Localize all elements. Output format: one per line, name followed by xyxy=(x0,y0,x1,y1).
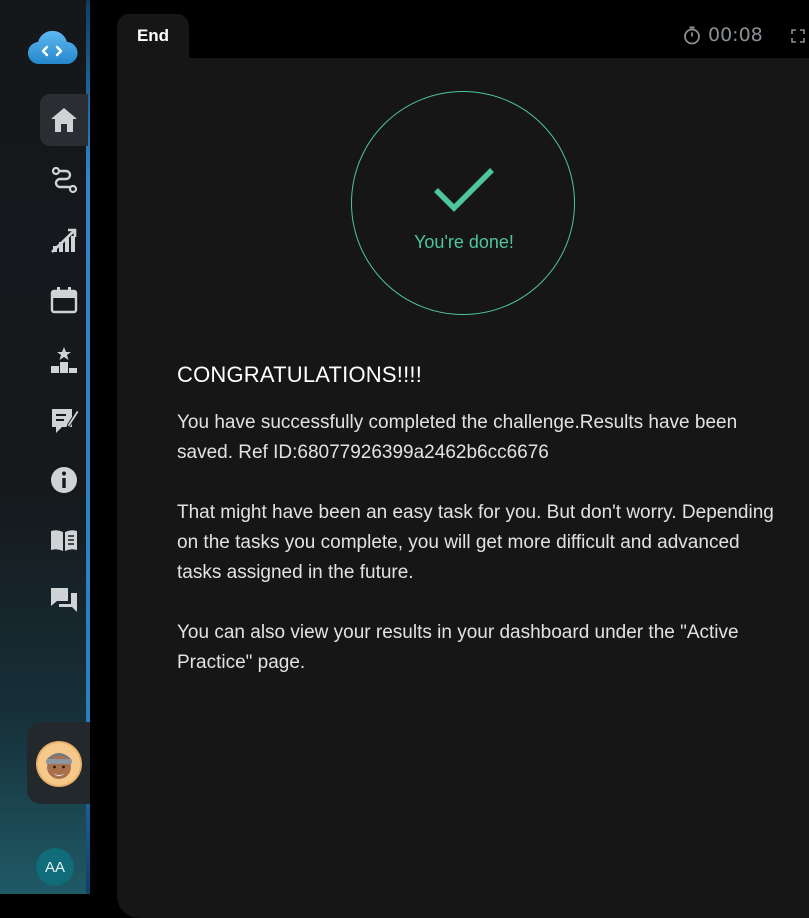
info-icon xyxy=(51,467,77,493)
encouragement-text: That might have been an easy task for yo… xyxy=(177,502,774,583)
leaderboard-icon xyxy=(51,347,77,373)
avatar[interactable] xyxy=(38,743,80,785)
timer: 00:08 xyxy=(682,24,763,46)
cloud-code-logo-icon[interactable] xyxy=(26,30,78,66)
expand-icon[interactable] xyxy=(790,28,806,44)
user-initials-badge[interactable]: AA xyxy=(36,848,74,886)
dashboard-hint-text: You can also view your results in your d… xyxy=(177,622,739,673)
done-status-text: You're done! xyxy=(414,232,514,252)
sidebar-item-feedback[interactable] xyxy=(40,394,88,446)
sidebar-item-leaderboard[interactable] xyxy=(40,334,88,386)
sidebar-item-home[interactable] xyxy=(40,94,88,146)
calendar-icon xyxy=(50,287,78,314)
book-icon xyxy=(51,530,77,551)
progress-chart-icon xyxy=(51,228,77,253)
tab-end[interactable]: End xyxy=(117,14,189,66)
stopwatch-icon xyxy=(684,26,700,45)
congratulations-heading: CONGRATULATIONS!!!! xyxy=(177,362,423,387)
timer-value: 00:08 xyxy=(708,24,763,46)
route-icon xyxy=(51,166,78,194)
sidebar-item-chat[interactable] xyxy=(40,574,88,626)
home-icon xyxy=(51,108,77,132)
avatar-face-icon xyxy=(38,743,80,785)
sidebar-item-route[interactable] xyxy=(40,154,88,206)
chat-icon xyxy=(51,588,77,612)
result-message: CONGRATULATIONS!!!! You have successfull… xyxy=(177,362,777,708)
feedback-icon xyxy=(52,409,80,433)
sidebar-item-docs[interactable] xyxy=(40,514,88,566)
sidebar-item-info[interactable] xyxy=(40,454,88,506)
results-saved-text: You have successfully completed the chal… xyxy=(177,412,738,463)
sidebar-item-calendar[interactable] xyxy=(40,274,88,326)
checkmark-icon xyxy=(434,168,494,212)
sidebar-item-progress[interactable] xyxy=(40,214,88,266)
